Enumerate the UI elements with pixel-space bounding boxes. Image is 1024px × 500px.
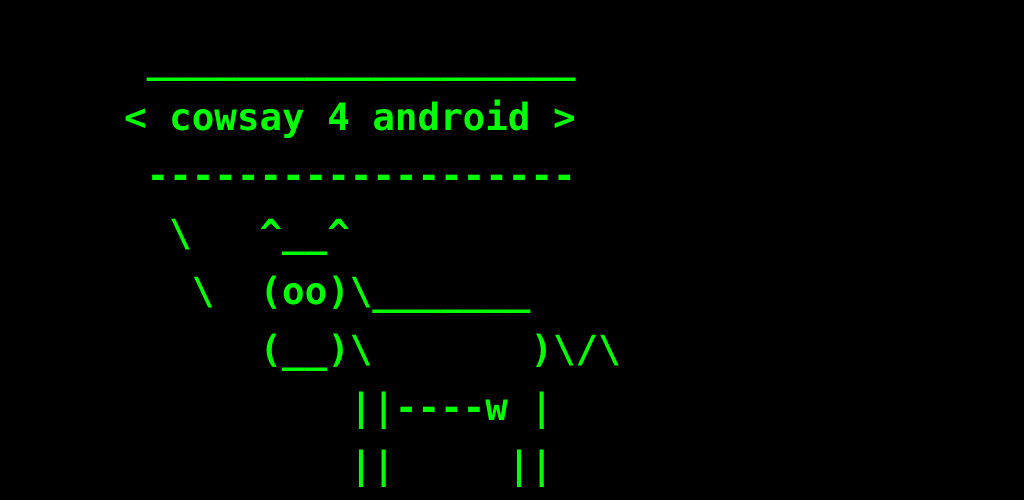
- speech-bubble-top-border: ___________________: [124, 37, 576, 81]
- speech-bubble-bottom-border: -------------------: [124, 153, 576, 197]
- cow-ears-line: \ ^__^: [124, 211, 350, 255]
- cow-udder-line: ||----w |: [124, 385, 553, 429]
- speech-bubble-message: < cowsay 4 android >: [124, 95, 576, 139]
- cow-legs-line: || ||: [124, 443, 553, 487]
- terminal-screen: ___________________ < cowsay 4 android > …: [0, 0, 1024, 500]
- cow-body-line: (__)\ )\/\: [124, 327, 621, 371]
- cow-eyes-line: \ (oo)\_______: [124, 269, 531, 313]
- cowsay-ascii-art: ___________________ < cowsay 4 android > …: [124, 30, 621, 494]
